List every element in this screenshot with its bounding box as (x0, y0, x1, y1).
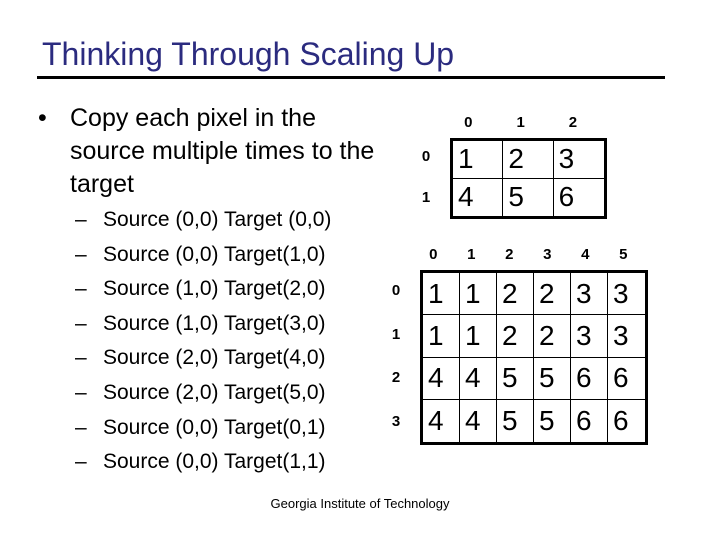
grid-cell: 2 (497, 315, 534, 358)
grid-cell: 1 (453, 141, 504, 179)
dash-icon: – (75, 380, 87, 404)
column-label: 0 (429, 246, 438, 263)
dash-icon: – (75, 346, 87, 370)
column-label: 3 (543, 246, 552, 263)
sub-bullet-text: Source (1,0) Target(2,0) (103, 277, 326, 301)
grid-cell: 3 (571, 273, 608, 316)
sub-bullet: – Source (2,0) Target(5,0) (75, 378, 331, 413)
grid-cell: 5 (497, 399, 534, 442)
dash-icon: – (75, 311, 87, 335)
sub-bullet-text: Source (0,0) Target(1,0) (103, 242, 326, 266)
title-underline (37, 76, 665, 79)
column-label: 2 (568, 114, 578, 131)
sub-bullet-text: Source (1,0) Target(3,0) (103, 311, 326, 335)
footer: Georgia Institute of Technology (270, 496, 450, 511)
row-label: 0 (421, 148, 431, 166)
grid-cell: 2 (534, 273, 571, 316)
sub-bullet-text: Source (2,0) Target(5,0) (103, 380, 326, 404)
column-label: 1 (467, 246, 476, 263)
grid-cell: 1 (423, 315, 460, 358)
grid-cell: 2 (497, 273, 534, 316)
column-label: 5 (619, 246, 628, 263)
row-label: 0 (391, 281, 401, 299)
sub-bullet-text: Source (0,0) Target(0,1) (103, 415, 326, 439)
grid-cell: 4 (423, 357, 460, 400)
dash-icon: – (75, 277, 87, 301)
grid-cell: 3 (608, 273, 645, 316)
target-grid: 112233112233445566445566 (420, 270, 648, 445)
row-label: 2 (391, 369, 401, 387)
grid-cell: 6 (571, 399, 608, 442)
grid-cell: 2 (534, 315, 571, 358)
grid-cell: 4 (460, 399, 497, 442)
dash-icon: – (75, 450, 87, 474)
source-grid: 123 456 (450, 138, 607, 219)
grid-cell: 4 (453, 178, 504, 216)
sub-bullet: – Source (0,0) Target(1,1) (75, 447, 331, 482)
grid-cell: 2 (503, 141, 554, 179)
sub-bullet: – Source (0,0) Target(0,1) (75, 413, 331, 448)
grid-cell: 3 (571, 315, 608, 358)
grid-cell: 1 (460, 315, 497, 358)
column-label: 4 (581, 246, 590, 263)
sub-bullet: – Source (2,0) Target(4,0) (75, 343, 331, 378)
slide-title: Thinking Through Scaling Up (42, 36, 455, 72)
grid-cell: 4 (423, 399, 460, 442)
grid-cell: 5 (503, 178, 554, 216)
sub-bullet: – Source (1,0) Target(2,0) (75, 274, 331, 309)
grid-cell: 5 (497, 357, 534, 400)
row-label: 1 (421, 188, 431, 206)
sub-bullet-list: – Source (0,0) Target (0,0) – Source (0,0) … (75, 205, 331, 482)
grid-cell: 6 (608, 358, 645, 400)
sub-bullet: – Source (0,0) Target (0,0) (75, 205, 331, 240)
slide: Thinking Through Scaling Up • Copy each … (0, 0, 720, 540)
dash-icon: – (75, 208, 87, 231)
bullet-icon: • (38, 104, 47, 132)
sub-bullet-text: Source (0,0) Target(1,1) (103, 450, 326, 474)
column-label: 2 (505, 246, 514, 263)
grid-cell: 4 (460, 357, 497, 400)
grid-cell: 6 (558, 181, 575, 213)
grid-cell: 6 (613, 404, 629, 436)
sub-bullet: – Source (0,0) Target(1,0) (75, 240, 331, 275)
row-label: 3 (391, 413, 401, 431)
grid-cell: 5 (534, 399, 571, 442)
column-label: 1 (516, 114, 525, 131)
bullet-text: Copy each pixel in the source multiple t… (70, 104, 375, 198)
grid-cell: 3 (608, 315, 645, 358)
grid-cell: 1 (423, 273, 460, 316)
grid-cell: 3 (553, 141, 604, 179)
grid-cell: 6 (571, 357, 608, 400)
grid-cell: 5 (534, 357, 571, 400)
sub-bullet: – Source (1,0) Target(3,0) (75, 309, 331, 344)
sub-bullet-text: Source (2,0) Target(4,0) (103, 346, 326, 370)
row-label: 1 (391, 325, 401, 343)
grid-cell: 1 (460, 273, 497, 316)
column-label: 0 (464, 114, 473, 131)
sub-bullet-text: Source (0,0) Target (0,0) (103, 208, 332, 231)
dash-icon: – (75, 415, 87, 439)
dash-icon: – (75, 242, 87, 266)
